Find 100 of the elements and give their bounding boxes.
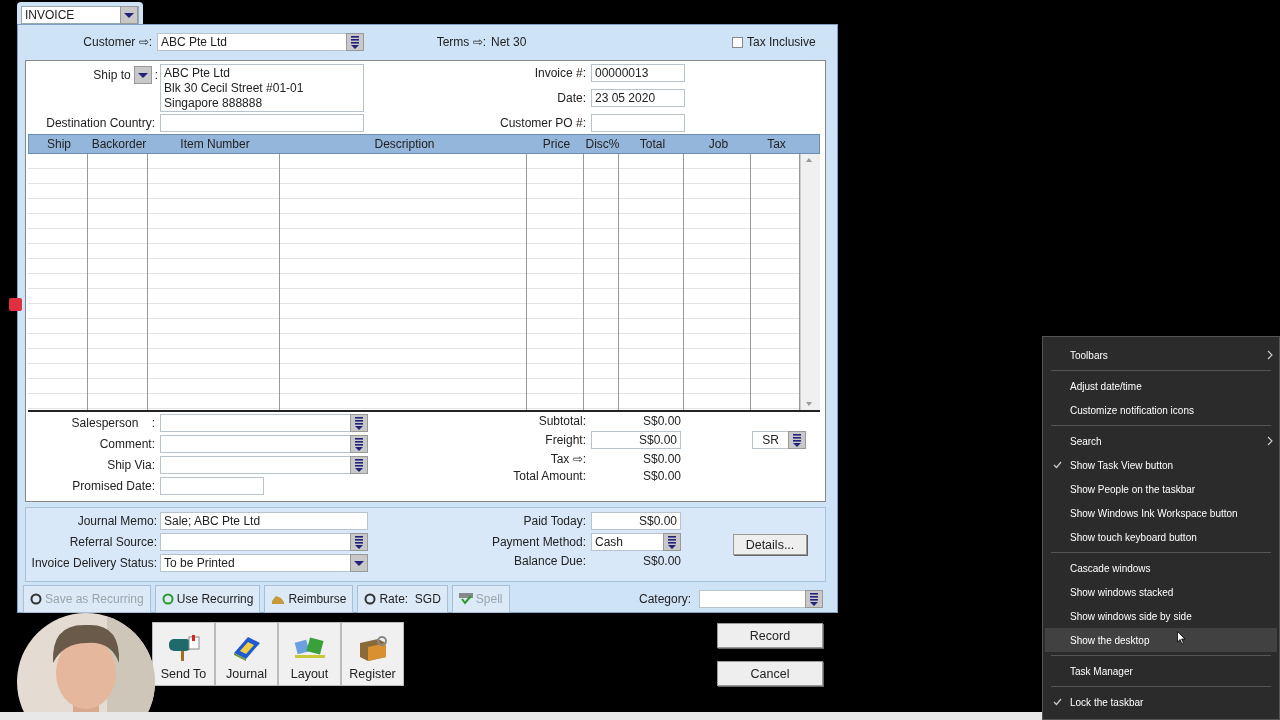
menu-item[interactable]: Show People on the taskbar bbox=[1045, 477, 1277, 501]
input-field[interactable] bbox=[160, 113, 364, 132]
input-field[interactable] bbox=[591, 113, 685, 132]
toolbar-button[interactable]: Journal bbox=[215, 622, 278, 686]
menu-item[interactable]: Show windows stacked bbox=[1045, 580, 1277, 604]
field-label: Total Amount: bbox=[512, 468, 587, 483]
field-label: Salesperson : bbox=[70, 415, 156, 430]
field-label: Comment: bbox=[98, 436, 156, 451]
field-label: Promised Date: bbox=[71, 478, 156, 493]
input-field[interactable]: 00000013 bbox=[591, 63, 685, 82]
column-header[interactable]: Item Number bbox=[149, 134, 281, 153]
field-label: Referral Source: bbox=[68, 535, 158, 550]
list-button-icon[interactable] bbox=[663, 533, 681, 552]
details-button[interactable]: Details... bbox=[733, 534, 807, 556]
column-header[interactable]: Job bbox=[685, 134, 752, 153]
checkbox-label: Tax Inclusive bbox=[747, 35, 816, 50]
field-label: Invoice Delivery Status: bbox=[30, 556, 158, 571]
input-field[interactable] bbox=[160, 476, 264, 495]
check-icon bbox=[1053, 698, 1062, 706]
column-header[interactable]: Tax bbox=[752, 134, 801, 153]
record-indicator-icon bbox=[9, 298, 22, 311]
list-button-icon[interactable] bbox=[350, 455, 368, 474]
list-button-icon[interactable] bbox=[350, 413, 368, 432]
menu-item[interactable]: Task Manager bbox=[1045, 659, 1277, 683]
column-header[interactable]: Description bbox=[281, 134, 528, 153]
input-field[interactable]: S$0.00 bbox=[591, 430, 681, 449]
dropdown-field[interactable]: To be Printed bbox=[160, 554, 350, 573]
field-label: Ship Via: bbox=[106, 457, 156, 472]
menu-item[interactable]: Toolbars bbox=[1045, 343, 1277, 367]
column-header[interactable]: Backorder bbox=[89, 134, 149, 153]
column-header[interactable]: Disc% bbox=[585, 134, 620, 153]
menu-item[interactable]: Cascade windows bbox=[1045, 556, 1277, 580]
input-field[interactable]: S$0.00 bbox=[591, 512, 681, 531]
menu-item[interactable]: Show the desktop bbox=[1045, 628, 1277, 652]
field-label: Subtotal: bbox=[537, 413, 587, 428]
input-field[interactable]: Sale; ABC Pte Ltd bbox=[160, 512, 368, 531]
input-field[interactable]: Cash bbox=[591, 533, 663, 552]
cycle-icon bbox=[161, 593, 174, 605]
field-label: : bbox=[154, 67, 158, 82]
menu-item[interactable]: Lock the taskbar bbox=[1045, 690, 1277, 714]
menu-item[interactable]: Adjust date/time bbox=[1045, 374, 1277, 398]
mailbox-icon bbox=[166, 633, 201, 663]
input-field[interactable] bbox=[160, 434, 350, 453]
list-button-icon[interactable] bbox=[805, 590, 823, 608]
list-button-icon[interactable] bbox=[350, 434, 368, 453]
field-label: Balance Due: bbox=[512, 554, 587, 569]
list-button-icon[interactable] bbox=[350, 533, 368, 552]
menu-item[interactable]: Customize notification icons bbox=[1045, 398, 1277, 422]
input-field[interactable]: 23 05 2020 bbox=[591, 88, 685, 107]
field-label: Customer ⇨: bbox=[82, 35, 153, 50]
document-type-dropdown[interactable]: INVOICE bbox=[21, 6, 139, 24]
tax-code-field[interactable]: SR bbox=[752, 430, 788, 449]
input-field[interactable] bbox=[160, 413, 350, 432]
toolbar-button[interactable]: Register bbox=[341, 622, 404, 686]
amount-value: S$0.00 bbox=[641, 468, 681, 483]
toolbar-button[interactable]: Layout bbox=[278, 622, 341, 686]
chevron-right-icon bbox=[1267, 350, 1273, 360]
checkbox[interactable] bbox=[732, 36, 743, 48]
field-label: Tax ⇨: bbox=[549, 451, 587, 466]
toolbar-button[interactable]: Use Recurring bbox=[154, 585, 261, 613]
cancel-button[interactable]: Cancel bbox=[717, 661, 823, 686]
cycle-icon bbox=[364, 593, 377, 605]
field-label: Terms ⇨: bbox=[435, 35, 487, 50]
input-field[interactable] bbox=[699, 590, 805, 608]
list-button-icon[interactable] bbox=[788, 430, 806, 449]
amount-value: S$0.00 bbox=[641, 413, 681, 428]
chevron-right-icon bbox=[1267, 436, 1273, 446]
input-field[interactable]: ABC Pte Ltd bbox=[157, 33, 346, 52]
spell-check-icon bbox=[458, 593, 473, 605]
field-label: Journal Memo: bbox=[76, 514, 158, 529]
address-field[interactable]: ABC Pte Ltd Blk 30 Cecil Street #01-01 Singapore 888888 bbox=[160, 63, 364, 112]
column-header[interactable]: Total bbox=[620, 134, 685, 153]
menu-item[interactable]: Show windows side by side bbox=[1045, 604, 1277, 628]
input-field[interactable] bbox=[160, 533, 350, 552]
toolbar-button[interactable]: Rate: SGD bbox=[357, 585, 448, 613]
menu-item[interactable]: Show touch keyboard button bbox=[1045, 525, 1277, 549]
field-label: Category: bbox=[638, 592, 692, 606]
field-label: Ship to bbox=[93, 67, 131, 82]
column-header[interactable]: Ship bbox=[29, 134, 89, 153]
field-label: Customer PO #: bbox=[498, 115, 587, 130]
field-label: Payment Method: bbox=[490, 535, 587, 550]
amount-value: S$0.00 bbox=[641, 451, 681, 466]
field-label: Freight: bbox=[544, 432, 587, 447]
menu-item[interactable]: Show Windows Ink Workspace button bbox=[1045, 501, 1277, 525]
terms-value: Net 30 bbox=[491, 35, 527, 50]
column-header[interactable]: Price bbox=[528, 134, 585, 153]
list-button-icon[interactable] bbox=[346, 33, 364, 52]
check-icon bbox=[1053, 461, 1062, 469]
input-field[interactable] bbox=[160, 455, 350, 474]
menu-item[interactable]: Search bbox=[1045, 429, 1277, 453]
mouse-pointer-icon bbox=[1177, 631, 1186, 645]
field-label: Date: bbox=[556, 90, 587, 105]
field-label: Invoice #: bbox=[533, 65, 587, 80]
toolbar-button[interactable]: Send To bbox=[152, 622, 215, 686]
amount-value: S$0.00 bbox=[641, 554, 681, 569]
menu-item[interactable]: Show Task View button bbox=[1045, 453, 1277, 477]
field-label: Destination Country: bbox=[45, 115, 156, 130]
cycle-icon bbox=[30, 593, 42, 605]
record-button[interactable]: Record bbox=[717, 623, 823, 648]
toolbar-button[interactable]: Reimburse bbox=[264, 585, 354, 613]
